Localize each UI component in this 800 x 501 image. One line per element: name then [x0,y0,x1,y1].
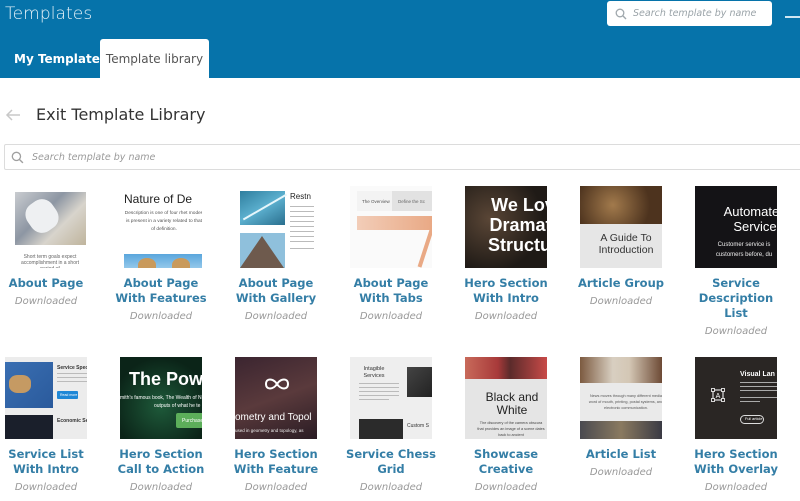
template-thumbnail: Automated Service Customer service is cu… [695,186,777,268]
search-icon [615,8,627,19]
template-name: Hero Section With Overlay [694,447,778,476]
template-status: Downloaded [704,482,768,493]
tab-template-library[interactable]: Template library [100,39,209,78]
template-status: Downloaded [589,467,653,478]
template-thumbnail: News moves through many different media … [580,357,662,439]
app-title: Templates [5,4,93,24]
header-search-input[interactable]: Search template by name [607,1,772,26]
header-search-placeholder: Search template by name [633,8,757,19]
template-name: Showcase Creative [473,447,539,476]
template-thumbnail: We Love Dramatic Structure [465,186,547,268]
template-card[interactable]: A Visual Lan Full article Hero Section W… [686,357,786,493]
template-thumbnail: ometry and Topol used in geometry and to… [235,357,317,439]
minimize-icon[interactable] [785,16,800,18]
template-thumbnail: Nature of De Description is one of four … [120,186,202,268]
template-name: Hero Section Call to Action [117,447,205,476]
template-status: Downloaded [474,482,538,493]
template-name: Service Chess Grid [346,447,436,476]
template-card[interactable]: A Guide To Introduction Article Group Do… [571,186,671,307]
template-card[interactable]: ometry and Topol used in geometry and to… [226,357,326,493]
template-thumbnail: A Guide To Introduction [580,186,662,268]
app-header: Templates Search template by name My Tem… [0,0,800,78]
template-name: Service Description List [698,276,774,320]
template-status: Downloaded [14,482,78,493]
template-thumbnail: Intagible Services Custom S [350,357,432,439]
template-name: Article List [585,447,657,461]
template-name: About Page With Gallery [235,276,317,305]
infinity-icon [264,378,290,390]
template-status: Downloaded [704,326,768,337]
template-card[interactable]: We Love Dramatic Structure Hero Section … [456,186,556,322]
template-status: Downloaded [359,311,423,322]
template-card[interactable]: News moves through many different media … [571,357,671,478]
template-status: Downloaded [129,311,193,322]
template-name: About Page With Tabs [353,276,429,305]
template-thumbnail: Short term goals expect accomplishment i… [5,186,87,268]
template-status: Downloaded [589,296,653,307]
template-thumbnail: Restn [235,186,317,268]
template-thumbnail: The Pow mith's famous book, The Wealth o… [120,357,202,439]
template-thumbnail: A Visual Lan Full article [695,357,777,439]
template-card[interactable]: Intagible Services Custom S Service Ches… [341,357,441,493]
text-frame-icon: A [711,388,725,402]
back-arrow-icon[interactable] [5,107,21,123]
template-card[interactable]: Restn About Page With Gallery Downloaded [226,186,326,322]
template-thumbnail: The Overview Define the Sc [350,186,432,268]
template-status: Downloaded [474,311,538,322]
template-card[interactable]: The Pow mith's famous book, The Wealth o… [111,357,211,493]
library-search-input[interactable]: Search template by name [4,144,800,170]
template-name: Service List With Intro [8,447,84,476]
template-status: Downloaded [14,296,78,307]
template-card[interactable]: Nature of De Description is one of four … [111,186,211,322]
template-name: About Page [8,276,84,290]
template-name: Hero Section With Feature [233,447,319,476]
template-thumbnail: Black and White The discovery of the cam… [465,357,547,439]
template-card[interactable]: Short term goals expect accomplishment i… [0,186,96,307]
template-name: About Page With Features [115,276,207,305]
svg-text:A: A [716,393,721,400]
library-search-placeholder: Search template by name [32,151,156,163]
template-card[interactable]: Automated Service Customer service is cu… [686,186,786,337]
template-card[interactable]: Black and White The discovery of the cam… [456,357,556,493]
search-icon [11,151,24,163]
template-status: Downloaded [244,482,308,493]
template-name: Article Group [577,276,664,290]
template-card[interactable]: Service Spec Read more Economic Se Servi… [0,357,96,493]
exit-template-library[interactable]: Exit Template Library [36,105,205,124]
template-name: Hero Section With Intro [464,276,548,305]
template-status: Downloaded [129,482,193,493]
tab-my-templates[interactable]: My Templates [14,39,107,78]
template-status: Downloaded [359,482,423,493]
template-card[interactable]: The Overview Define the Sc About Page Wi… [341,186,441,322]
template-status: Downloaded [244,311,308,322]
template-thumbnail: Service Spec Read more Economic Se [5,357,87,439]
